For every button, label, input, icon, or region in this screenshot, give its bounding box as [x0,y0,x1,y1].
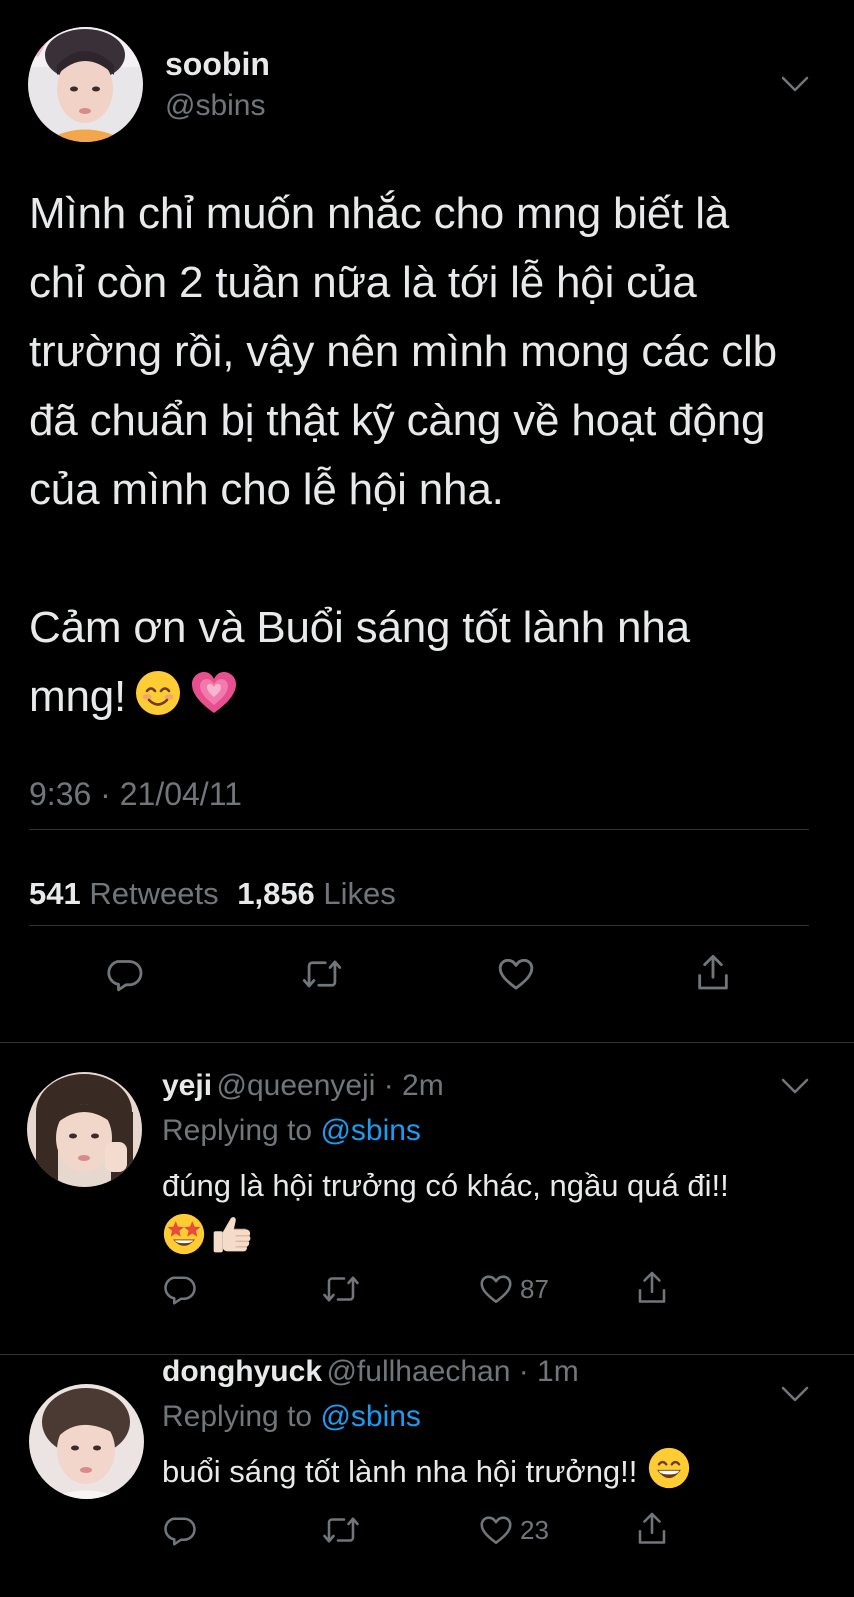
retweet-button[interactable] [301,954,343,994]
reply-avatar[interactable] [27,1072,142,1187]
reply-author-name[interactable]: yeji [162,1069,212,1102]
smiling-face-emoji-icon [134,668,182,737]
author-handle[interactable]: @sbins [165,89,266,123]
share-button[interactable] [634,1269,670,1307]
like-count: 23 [520,1514,549,1545]
reply-text: buổi sáng tốt lành nha hội trưởng!! [162,1446,822,1506]
replying-to-label: Replying to [162,1400,313,1433]
reply-header: yeji @queenyeji · 2m [162,1069,444,1103]
retweet-icon [323,1517,359,1543]
reply-author-name[interactable]: donghyuck [162,1355,322,1388]
share-button[interactable] [634,1510,670,1548]
reply-button[interactable] [163,1512,199,1548]
tweet-text-line: chỉ còn 2 tuần nữa là tới lễ hội của [29,258,697,307]
thumbs-up-emoji-icon [210,1212,254,1272]
reply-icon [107,960,143,992]
reply-text-line: đúng là hội trưởng có khác, ngầu quá đi!… [162,1168,729,1203]
tweet-text-line-with-emojis: mng! [29,662,839,737]
reply-avatar[interactable] [29,1384,144,1499]
share-button[interactable] [693,952,733,994]
retweet-button[interactable] [321,1271,361,1307]
more-options-chevron-icon[interactable] [780,1384,810,1404]
replying-to-label: Replying to [162,1114,313,1147]
divider [29,925,809,926]
reply-button[interactable] [163,1271,199,1307]
reply-icon [164,1517,196,1546]
like-button[interactable]: 87 [478,1271,549,1307]
reply-author-handle[interactable]: @fullhaechan · 1m [326,1355,578,1388]
like-icon [480,1516,512,1545]
reply-emoji-line [162,1212,822,1264]
reply-text: đúng là hội trưởng có khác, ngầu quá đi!… [162,1160,822,1264]
like-icon [498,958,534,990]
tweet-text-fragment: mng! [29,672,127,721]
author-name[interactable]: soobin [165,46,270,83]
like-count: 87 [520,1273,549,1304]
tweet-text-line: Cảm ơn và Buổi sáng tốt lành nha [29,603,690,652]
like-icon [480,1275,512,1304]
reply-author-handle[interactable]: @queenyeji · 2m [217,1069,444,1102]
share-icon [638,1271,666,1303]
replying-to: Replying to @sbins [162,1400,421,1434]
likes-count[interactable]: 1,856 [237,876,315,911]
tweet-text-line: đã chuẩn bị thật kỹ càng về hoạt động [29,396,766,445]
more-options-chevron-icon[interactable] [780,74,810,94]
divider [29,829,809,830]
divider [0,1042,854,1043]
replying-to-mention[interactable]: @sbins [320,1400,421,1433]
like-button[interactable] [496,954,536,994]
tweet-timestamp[interactable]: 9:36 · 21/04/11 [29,776,242,813]
reply-header: donghyuck @fullhaechan · 1m [162,1355,579,1389]
share-icon [638,1512,666,1544]
retweet-icon [302,960,342,988]
star-struck-emoji-icon [162,1212,206,1272]
reply-text-line-with-emoji: buổi sáng tốt lành nha hội trưởng!! [162,1446,822,1506]
author-avatar[interactable] [28,27,143,142]
tweet-text-line: trường rồi, vậy nên mình mong các clb [29,327,777,376]
tweet-text-line: Mình chỉ muốn nhắc cho mng biết là [29,189,730,238]
grinning-face-emoji-icon [647,1446,691,1506]
like-button[interactable]: 23 [478,1512,549,1548]
tweet-text-line: của mình cho lễ hội nha. [29,465,504,514]
retweets-count[interactable]: 541 [29,876,81,911]
retweets-label[interactable]: Retweets [89,876,218,911]
more-options-chevron-icon[interactable] [780,1076,810,1096]
replying-to-mention[interactable]: @sbins [320,1114,421,1147]
reply-text-fragment: buổi sáng tốt lành nha hội trưởng!! [162,1454,638,1489]
tweet-stats: 541 Retweets 1,856 Likes [29,876,396,912]
tweet-text: Mình chỉ muốn nhắc cho mng biết là chỉ c… [29,179,839,737]
replying-to: Replying to @sbins [162,1114,421,1148]
share-icon [698,954,728,990]
reply-button[interactable] [106,954,146,994]
reply-icon [164,1276,196,1305]
likes-label[interactable]: Likes [323,876,395,911]
retweet-icon [323,1276,359,1302]
growing-heart-emoji-icon [190,668,238,737]
retweet-button[interactable] [321,1512,361,1548]
